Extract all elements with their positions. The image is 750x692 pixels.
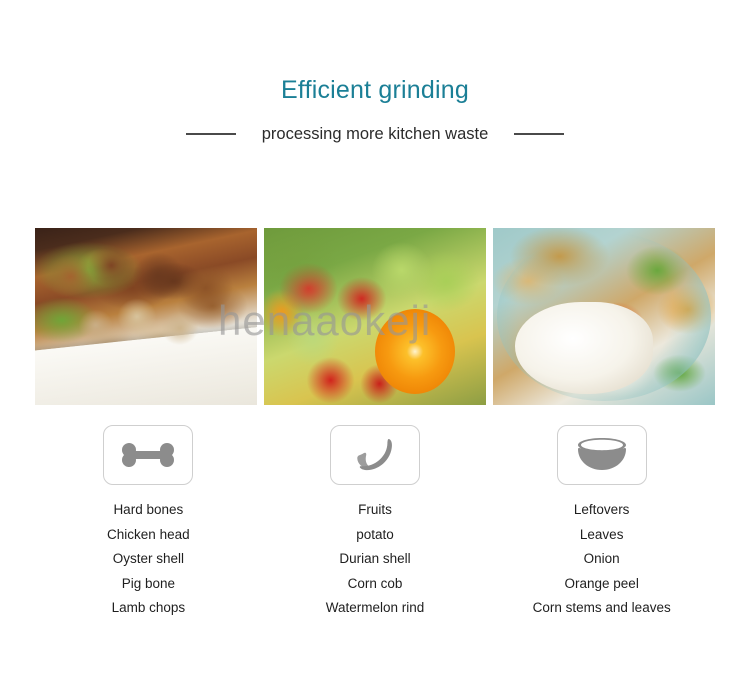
list-item: Watermelon rind bbox=[325, 600, 425, 615]
photo-hard-bones bbox=[35, 228, 257, 405]
page-subtitle: processing more kitchen waste bbox=[261, 125, 489, 143]
list-item: Oyster shell bbox=[112, 551, 184, 566]
list-item: Hard bones bbox=[113, 502, 184, 517]
list-hard-bones: Hard bones Chicken head Oyster shell Pig… bbox=[35, 498, 262, 621]
photo-fruits bbox=[264, 228, 486, 405]
category-icon-leftovers bbox=[488, 425, 715, 485]
list-item: Leaves bbox=[579, 526, 624, 542]
divider-rule-right bbox=[514, 133, 565, 135]
bowl-icon bbox=[576, 438, 628, 472]
list-item: Durian shell bbox=[339, 551, 411, 566]
category-lists: Hard bones Chicken head Oyster shell Pig… bbox=[35, 498, 715, 621]
icon-box-banana bbox=[330, 425, 420, 485]
category-icon-hard-bones bbox=[35, 425, 262, 485]
list-item: Onion bbox=[583, 551, 620, 566]
photo-leftovers bbox=[493, 228, 715, 405]
icon-box-bone bbox=[103, 425, 194, 485]
list-item: Orange peel bbox=[564, 575, 639, 591]
bone-icon bbox=[120, 442, 176, 468]
page-title: Efficient grinding bbox=[281, 76, 469, 104]
header: Efficient grinding processing more kitch… bbox=[0, 74, 750, 145]
list-item: Fruits bbox=[358, 502, 392, 517]
list-item: Lamb chops bbox=[111, 600, 186, 615]
list-item: Leftovers bbox=[573, 502, 630, 517]
icon-row bbox=[35, 425, 715, 485]
list-item: Corn cob bbox=[347, 575, 403, 591]
icon-box-bowl bbox=[556, 425, 647, 485]
promo-page: Efficient grinding processing more kitch… bbox=[0, 0, 750, 692]
list-item: Corn stems and leaves bbox=[532, 600, 671, 615]
list-fruits: Fruits potato Durian shell Corn cob Wate… bbox=[262, 498, 489, 621]
list-leftovers: Leftovers Leaves Onion Orange peel Corn … bbox=[488, 498, 715, 621]
divider-rule-left bbox=[185, 133, 236, 135]
list-item: potato bbox=[356, 526, 394, 542]
list-item: Pig bone bbox=[121, 575, 175, 591]
banana-icon bbox=[351, 436, 399, 474]
list-item: Chicken head bbox=[107, 526, 190, 542]
subtitle-row: processing more kitchen waste bbox=[0, 123, 750, 145]
photo-strip bbox=[35, 228, 715, 405]
category-icon-fruits bbox=[262, 425, 489, 485]
